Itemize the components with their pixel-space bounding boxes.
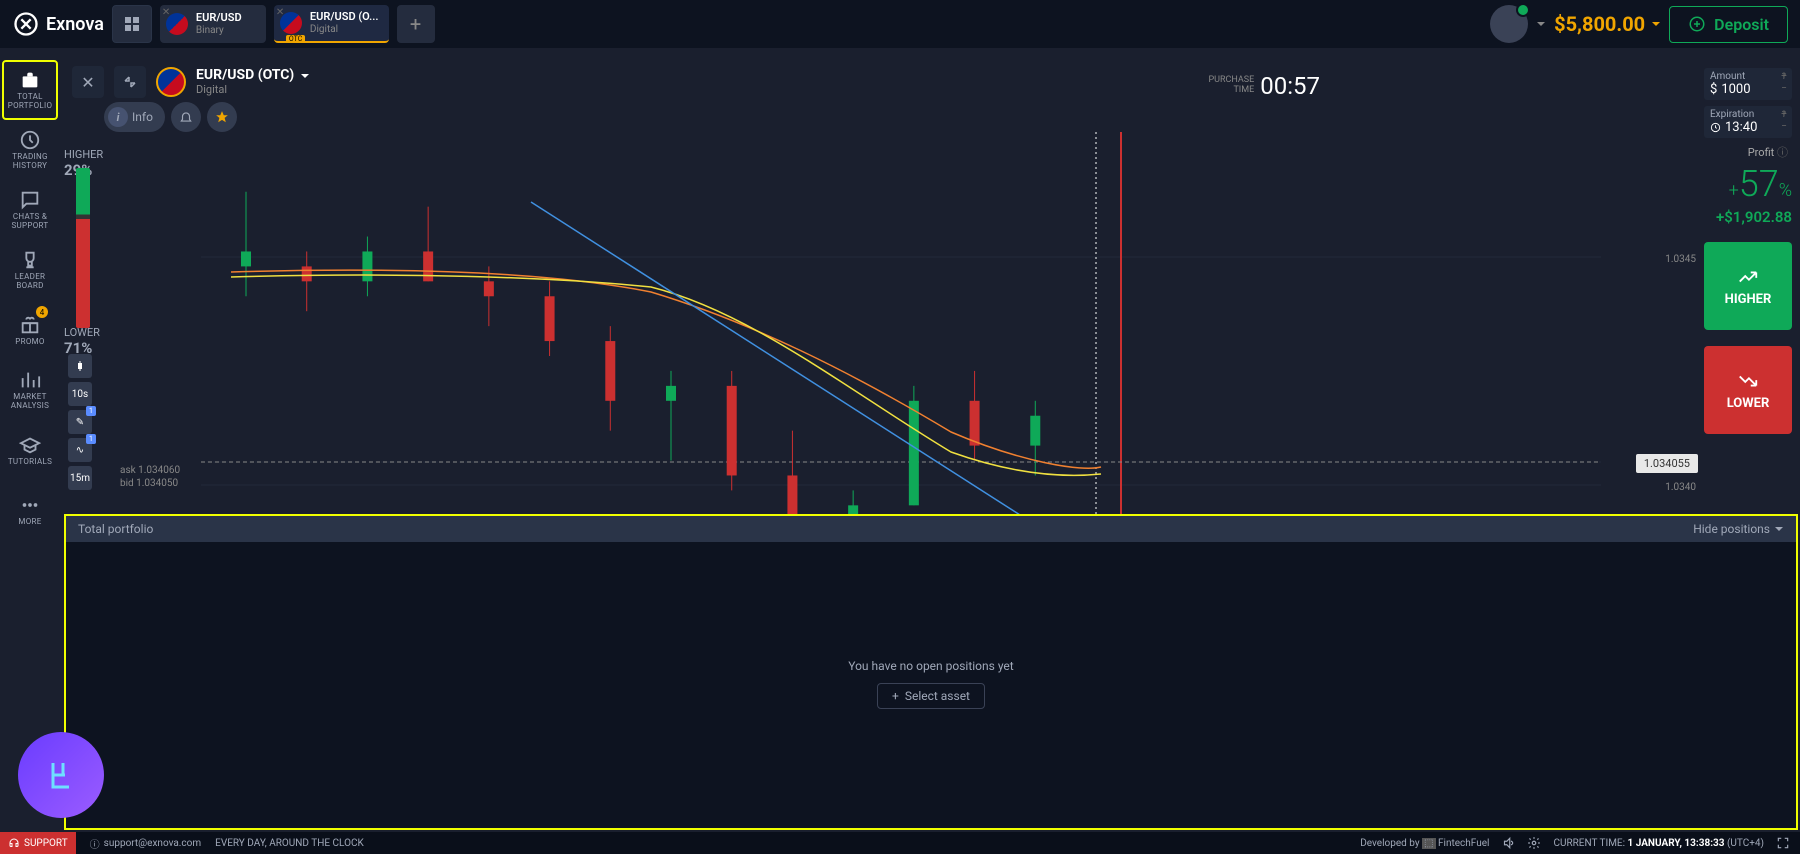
hide-positions-button[interactable]: Hide positions (1693, 522, 1784, 536)
purchase-time: PURCHASE TIME 00:57 (1208, 72, 1320, 100)
trend-down-icon (1737, 370, 1759, 392)
lower-button[interactable]: LOWER (1704, 346, 1792, 434)
star-icon (215, 110, 229, 124)
tab-eurusd-digital[interactable]: ✕ OTC EUR/USD (O... Digital (274, 5, 389, 43)
sound-icon[interactable] (1501, 836, 1515, 850)
settings-icon[interactable] (1527, 836, 1541, 850)
info-icon: i (108, 107, 128, 127)
chart-header: ✕ EUR/USD (OTC) Digital (64, 60, 1800, 104)
chevron-down-icon[interactable] (1536, 19, 1546, 29)
headset-icon (8, 837, 20, 849)
verified-icon (1516, 3, 1530, 17)
chart-tools: 10s 1✎ 1∿ 15m (68, 354, 92, 490)
exp-minus[interactable]: − (1778, 120, 1790, 132)
bottom-bar: SUPPORT ⓘ support@exnova.com EVERY DAY, … (0, 832, 1800, 854)
top-bar: Exnova ✕ EUR/USD Binary ✕ OTC EUR/USD (O… (0, 0, 1800, 48)
sidebar-item-tutorials[interactable]: TUTORIALS (2, 420, 58, 480)
sidebar-item-chats[interactable]: CHATS & SUPPORT (2, 180, 58, 240)
close-icon[interactable]: ✕ (276, 7, 284, 18)
sidebar-label: TOTAL PORTFOLIO (8, 93, 53, 111)
chevron-down-icon (300, 71, 310, 81)
expiration-input[interactable]: Expiration? 13:40 +− (1704, 106, 1792, 138)
collapse-icon (123, 75, 137, 89)
portfolio-panel: Total portfolio Hide positions You have … (64, 514, 1798, 830)
profit-amount: +$1,902.88 (1704, 208, 1792, 226)
tagline: EVERY DAY, AROUND THE CLOCK (215, 838, 364, 849)
academic-icon (19, 434, 41, 456)
notifications-button[interactable] (171, 102, 201, 132)
sidebar-item-leaderboard[interactable]: LEADER BOARD (2, 240, 58, 300)
price-label-lower: 1.0340 (1665, 482, 1696, 493)
indicator-button[interactable]: 1∿ (68, 438, 92, 462)
support-button[interactable]: SUPPORT (0, 832, 76, 854)
select-asset-button[interactable]: + Select asset (877, 683, 985, 709)
portfolio-title: Total portfolio (78, 522, 153, 536)
lower-indicator: LOWER 71% (64, 326, 100, 357)
current-price-tag: 1.034055 (1636, 454, 1698, 473)
asset-title[interactable]: EUR/USD (OTC) (196, 68, 310, 83)
amount-plus[interactable]: + (1778, 70, 1790, 82)
grid-button[interactable] (112, 5, 152, 43)
chart-area[interactable]: 1.0345 1.034055 1.0340 Show All 13:25:00… (98, 132, 1704, 580)
sentiment-bar (76, 168, 90, 328)
empty-positions-text: You have no open positions yet (848, 659, 1013, 673)
corner-logo[interactable] (18, 732, 104, 818)
left-sidebar: TOTAL PORTFOLIO TRADING HISTORY CHATS & … (0, 60, 60, 540)
sidebar-item-analysis[interactable]: MARKET ANALYSIS (2, 360, 58, 420)
portfolio-header: Total portfolio Hide positions (66, 516, 1796, 542)
promo-badge: 4 (36, 306, 48, 318)
dots-icon (19, 494, 41, 516)
draw-button[interactable]: 1✎ (68, 410, 92, 434)
asset-flag-icon (156, 67, 186, 97)
bell-icon (179, 110, 193, 124)
sidebar-item-history[interactable]: TRADING HISTORY (2, 120, 58, 180)
brand-logo-icon (12, 10, 40, 38)
profit-pct: +57% (1704, 166, 1792, 202)
balance[interactable]: $5,800.00 (1554, 12, 1661, 36)
clock-icon (19, 129, 41, 151)
amount-input[interactable]: Amount? $1000 +− (1704, 68, 1792, 100)
close-chart-button[interactable]: ✕ (72, 66, 104, 98)
briefcase-icon (19, 69, 41, 91)
exp-plus[interactable]: + (1778, 108, 1790, 120)
avatar[interactable] (1490, 5, 1528, 43)
brand-logo: Exnova (12, 10, 104, 38)
profit-label: Profit ⓘ (1704, 144, 1792, 160)
support-email[interactable]: ⓘ support@exnova.com (90, 836, 201, 851)
collapse-chart-button[interactable] (114, 66, 146, 98)
current-time: CURRENT TIME: 1 JANUARY, 13:38:33 (UTC+4… (1553, 838, 1764, 849)
chevron-down-icon (1651, 19, 1661, 29)
clock-icon (1710, 122, 1721, 133)
timeframe-button[interactable]: 15m (68, 466, 92, 490)
info-button[interactable]: i Info (104, 102, 165, 132)
sidebar-item-portfolio[interactable]: TOTAL PORTFOLIO (2, 60, 58, 120)
interval-button[interactable]: 10s (68, 382, 92, 406)
trophy-icon (19, 249, 41, 271)
chat-icon (19, 189, 41, 211)
fullscreen-icon[interactable] (1776, 836, 1790, 850)
deposit-icon (1688, 15, 1706, 33)
add-tab-button[interactable]: + (397, 5, 435, 43)
sidebar-item-promo[interactable]: 4 PROMO (2, 300, 58, 360)
deposit-button[interactable]: Deposit (1669, 6, 1788, 43)
candle-type-button[interactable] (68, 354, 92, 378)
trade-panel: Amount? $1000 +− Expiration? 13:40 +− Pr… (1704, 68, 1792, 434)
chart-icon (19, 369, 41, 391)
price-label-upper: 1.0345 (1665, 254, 1696, 265)
higher-button[interactable]: HIGHER (1704, 242, 1792, 330)
otc-badge: OTC (286, 35, 305, 43)
grid-icon (124, 16, 140, 32)
favorite-button[interactable] (207, 102, 237, 132)
sidebar-item-more[interactable]: MORE (2, 480, 58, 540)
amount-minus[interactable]: − (1778, 82, 1790, 94)
trend-up-icon (1737, 266, 1759, 288)
tab-eurusd-binary[interactable]: ✕ EUR/USD Binary (160, 5, 266, 43)
chevron-down-icon (1774, 524, 1784, 534)
close-icon[interactable]: ✕ (162, 7, 170, 18)
price-chart (98, 132, 1704, 580)
corner-logo-icon (39, 753, 83, 797)
developed-by: Developed by ⬚ FintechFuel (1360, 838, 1489, 849)
